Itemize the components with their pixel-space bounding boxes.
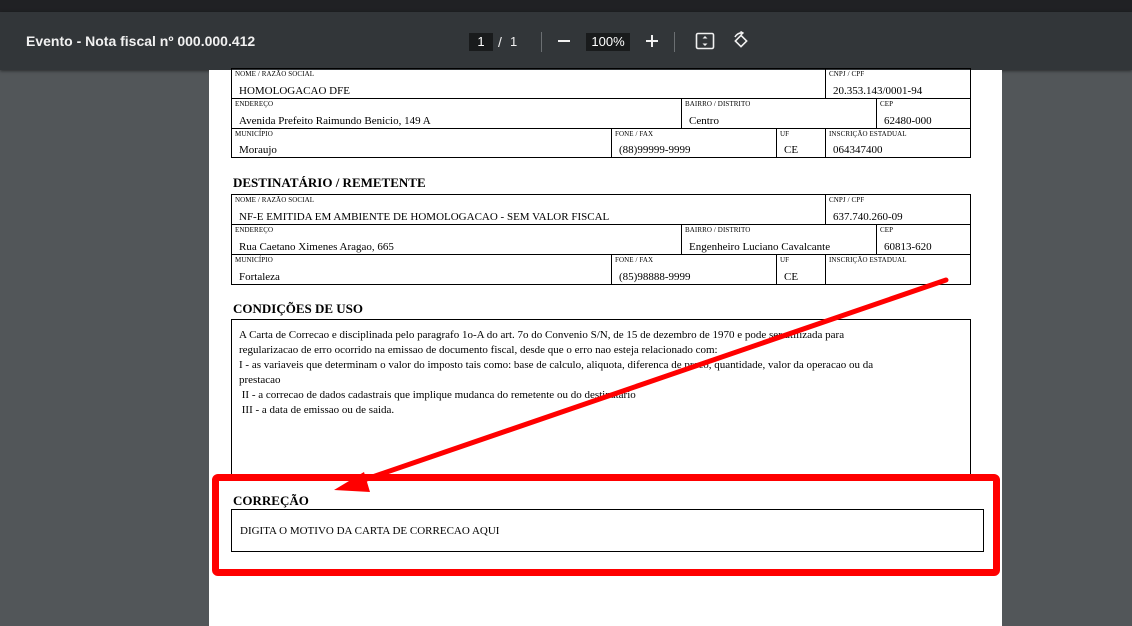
emitente-row-endereco: ENDEREÇO Avenida Prefeito Raimundo Benic…	[232, 99, 970, 129]
destinatario-title: DESTINATÁRIO / REMETENTE	[233, 175, 426, 190]
destinatario-nome-cell: NOME / RAZÃO SOCIAL NF-E EMITIDA EM AMBI…	[232, 195, 826, 224]
destinatario-row-nome: NOME / RAZÃO SOCIAL NF-E EMITIDA EM AMBI…	[232, 195, 970, 225]
emitente-uf-cell: UF CE	[777, 129, 826, 157]
destinatario-bairro: Engenheiro Luciano Cavalcante	[689, 241, 831, 253]
field-label: INSCRIÇÃO ESTADUAL	[829, 256, 907, 264]
document-title: Evento - Nota fiscal nº 000.000.412	[26, 33, 256, 49]
destinatario-row-municipio: MUNICÍPIO Fortaleza FONE / FAX (85)98888…	[232, 255, 970, 284]
field-label: FONE / FAX	[615, 256, 654, 264]
emitente-cep: 62480-000	[884, 115, 932, 127]
destinatario-nome: NF-E EMITIDA EM AMBIENTE DE HOMOLOGACAO …	[239, 211, 610, 223]
condicoes-title: CONDIÇÕES DE USO	[233, 301, 364, 316]
emitente-cnpj-cell: CNPJ / CPF 20.353.143/0001-94	[826, 69, 972, 98]
field-label: UF	[780, 130, 790, 138]
zoom-in-icon[interactable]	[640, 29, 664, 53]
emitente-fone-cell: FONE / FAX (88)99999-9999	[612, 129, 777, 157]
field-label: ENDEREÇO	[235, 226, 274, 234]
destinatario-uf-cell: UF CE	[777, 255, 826, 284]
field-label: NOME / RAZÃO SOCIAL	[235, 70, 315, 78]
emitente-row-municipio: MUNICÍPIO Moraujo FONE / FAX (88)99999-9…	[232, 129, 970, 157]
field-label: CEP	[880, 226, 894, 234]
field-label: INSCRIÇÃO ESTADUAL	[829, 130, 907, 138]
destinatario-cep: 60813-620	[884, 241, 932, 253]
emitente-endereco: Avenida Prefeito Raimundo Benicio, 149 A	[239, 115, 431, 127]
page-separator: /	[498, 34, 502, 50]
emitente-ie: 064347400	[833, 144, 883, 156]
destinatario-uf: CE	[784, 271, 799, 283]
page-total: 1	[510, 34, 518, 49]
emitente-nome: HOMOLOGACAO DFE	[239, 85, 350, 97]
emitente-nome-cell: NOME / RAZÃO SOCIAL HOMOLOGACAO DFE	[232, 69, 826, 98]
field-label: ENDEREÇO	[235, 100, 274, 108]
condicoes-text: A Carta de Correcao e disciplinada pelo …	[239, 329, 874, 416]
destinatario-fone: (85)98888-9999	[619, 271, 691, 283]
destinatario-bairro-cell: BAIRRO / DISTRITO Engenheiro Luciano Cav…	[682, 225, 877, 254]
field-label: UF	[780, 256, 790, 264]
zoom-out-icon[interactable]	[552, 29, 576, 53]
destinatario-table: NOME / RAZÃO SOCIAL NF-E EMITIDA EM AMBI…	[231, 194, 971, 285]
fit-page-icon[interactable]	[693, 29, 717, 53]
toolbar-divider	[674, 32, 675, 52]
field-label: CEP	[880, 100, 894, 108]
emitente-municipio: Moraujo	[239, 144, 277, 156]
field-label: MUNICÍPIO	[235, 256, 273, 264]
emitente-bairro-cell: BAIRRO / DISTRITO Centro	[682, 99, 877, 128]
emitente-ie-cell: INSCRIÇÃO ESTADUAL 064347400	[826, 129, 972, 157]
emitente-endereco-cell: ENDEREÇO Avenida Prefeito Raimundo Benic…	[232, 99, 682, 128]
emitente-cnpj: 20.353.143/0001-94	[833, 85, 923, 97]
field-label: CNPJ / CPF	[829, 70, 865, 78]
emitente-row-nome: NOME / RAZÃO SOCIAL HOMOLOGACAO DFE CNPJ…	[232, 69, 970, 99]
field-label: CNPJ / CPF	[829, 196, 865, 204]
field-label: FONE / FAX	[615, 130, 654, 138]
toolbar-divider	[541, 32, 542, 52]
emitente-uf: CE	[784, 144, 799, 156]
zoom-level-input[interactable]: 100%	[586, 33, 630, 51]
destinatario-cnpj: 637.740.260-09	[833, 211, 903, 223]
destinatario-row-endereco: ENDEREÇO Rua Caetano Ximenes Aragao, 665…	[232, 225, 970, 255]
emitente-municipio-cell: MUNICÍPIO Moraujo	[232, 129, 612, 157]
destinatario-cep-cell: CEP 60813-620	[877, 225, 972, 254]
pdf-viewer-toolbar: Evento - Nota fiscal nº 000.000.412 1 / …	[0, 12, 1132, 70]
destinatario-municipio: Fortaleza	[239, 271, 280, 283]
destinatario-municipio-cell: MUNICÍPIO Fortaleza	[232, 255, 612, 284]
field-label: NOME / RAZÃO SOCIAL	[235, 196, 315, 204]
destinatario-cnpj-cell: CNPJ / CPF 637.740.260-09	[826, 195, 972, 224]
field-label: MUNICÍPIO	[235, 130, 273, 138]
highlight-rectangle	[212, 474, 1000, 576]
emitente-fone: (88)99999-9999	[619, 144, 691, 156]
field-label: BAIRRO / DISTRITO	[685, 100, 751, 108]
destinatario-ie-cell: INSCRIÇÃO ESTADUAL	[826, 255, 972, 284]
field-label: BAIRRO / DISTRITO	[685, 226, 751, 234]
destinatario-endereco: Rua Caetano Ximenes Aragao, 665	[239, 241, 394, 253]
destinatario-fone-cell: FONE / FAX (85)98888-9999	[612, 255, 777, 284]
rotate-icon[interactable]	[729, 29, 753, 53]
emitente-cep-cell: CEP 62480-000	[877, 99, 972, 128]
emitente-table: NOME / RAZÃO SOCIAL HOMOLOGACAO DFE CNPJ…	[231, 68, 971, 158]
destinatario-endereco-cell: ENDEREÇO Rua Caetano Ximenes Aragao, 665	[232, 225, 682, 254]
page-number-input[interactable]: 1	[469, 33, 493, 51]
emitente-bairro: Centro	[689, 115, 719, 127]
